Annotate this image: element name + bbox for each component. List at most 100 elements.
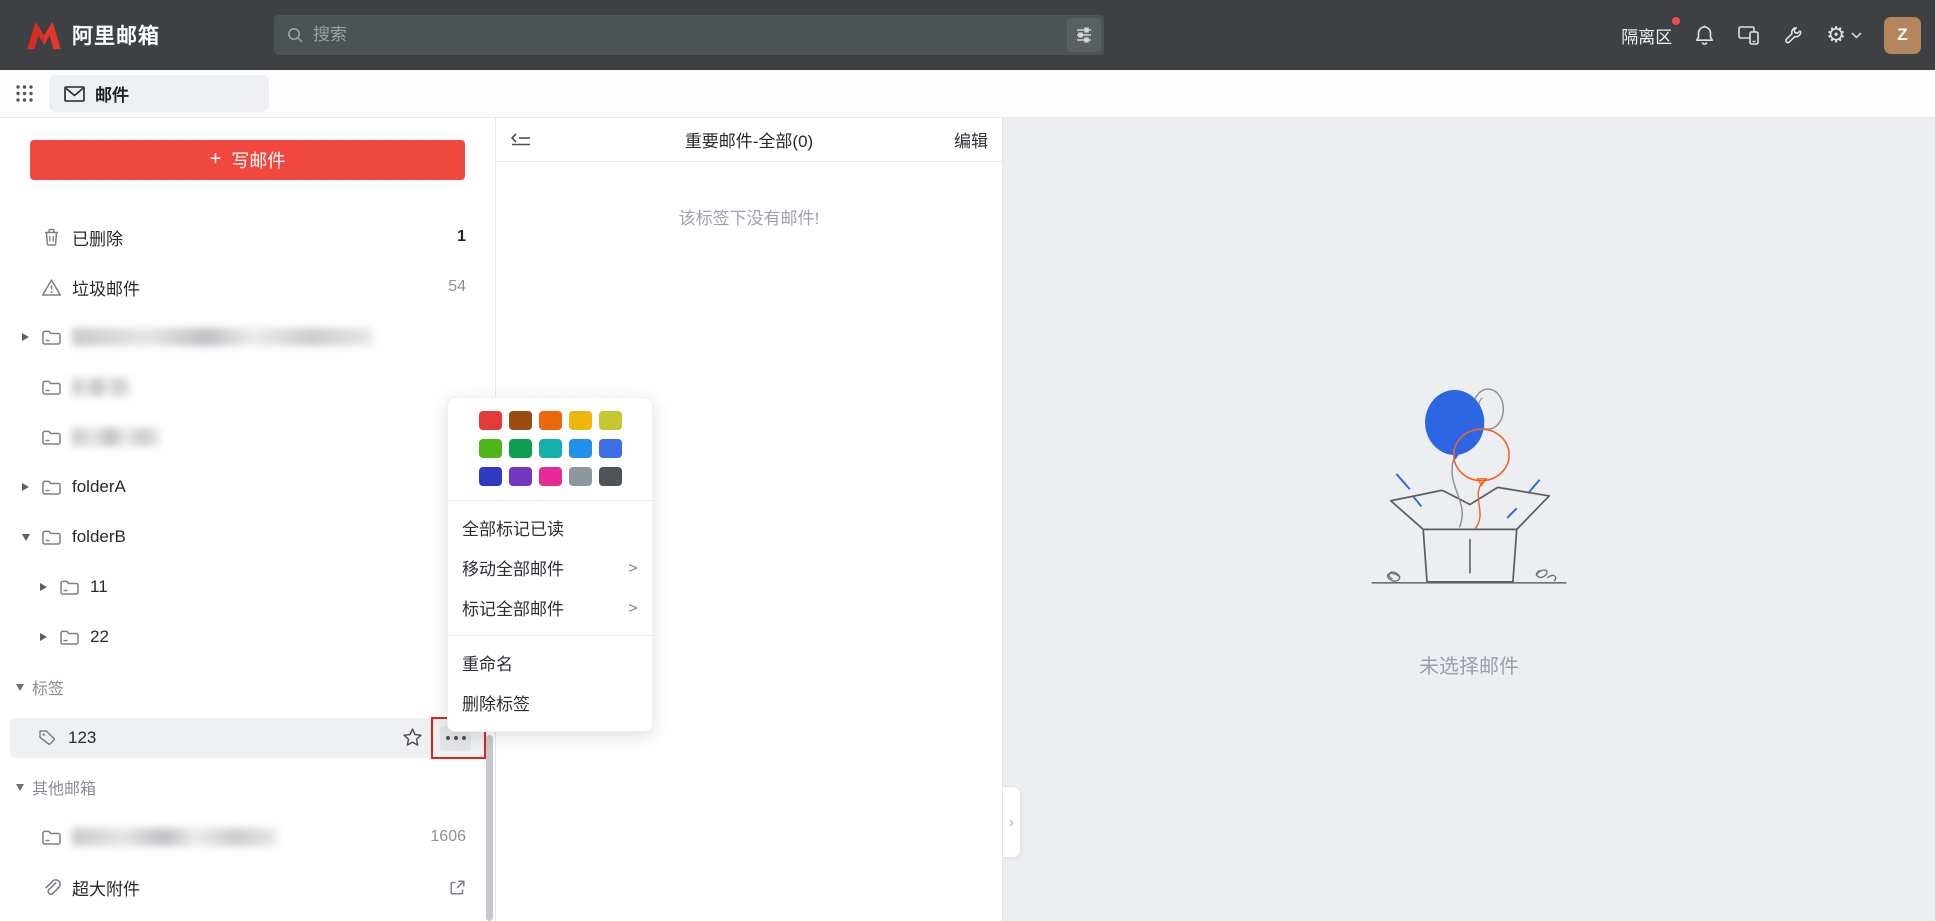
expand-caret-icon[interactable]	[40, 583, 47, 591]
folder-label: 已删除	[72, 225, 123, 250]
menu-item-delete-tag[interactable]: 删除标签	[448, 682, 652, 722]
menu-item-mark-all-read[interactable]: 全部标记已读	[448, 507, 652, 547]
quarantine-label: 隔离区	[1621, 28, 1672, 47]
menu-divider	[448, 635, 652, 636]
submenu-arrow-icon: >	[628, 558, 638, 577]
section-header-other-mail[interactable]: 其他邮箱	[0, 762, 496, 812]
folder-label: 11	[90, 577, 108, 597]
color-swatch[interactable]	[479, 411, 502, 430]
redacted-folder-name	[72, 328, 372, 346]
collapse-caret-icon[interactable]	[22, 534, 30, 541]
color-swatch[interactable]	[509, 439, 532, 458]
sidebar-item-large-attachment[interactable]: 超大附件	[0, 862, 496, 912]
list-title: 重要邮件-全部(0)	[496, 127, 1002, 152]
message-list-header: 重要邮件-全部(0) 编辑	[496, 118, 1002, 162]
devices-icon	[1737, 24, 1761, 46]
compose-label: 写邮件	[231, 147, 285, 173]
sidebar-item-tag-123[interactable]: 123	[10, 718, 486, 758]
color-swatch[interactable]	[509, 467, 532, 486]
color-swatch[interactable]	[539, 467, 562, 486]
color-swatch[interactable]	[599, 439, 622, 458]
submenu-arrow-icon: >	[628, 598, 638, 617]
section-title: 其他邮箱	[32, 775, 96, 799]
collapse-caret-icon	[16, 784, 24, 791]
balloons-box-illustration	[1364, 383, 1574, 628]
sidebar-item-redacted-1[interactable]	[0, 312, 496, 362]
mail-count: 1606	[430, 828, 466, 846]
list-empty-text: 该标签下没有邮件!	[496, 162, 1002, 229]
expand-pane-handle[interactable]: ›	[1003, 786, 1021, 858]
topbar-actions: 隔离区 ⚙ Z	[1621, 0, 1921, 70]
sidebar-item-11[interactable]: 11	[0, 562, 496, 612]
menu-item-flag-all-mail[interactable]: 标记全部邮件 >	[448, 587, 652, 627]
search-input[interactable]	[313, 25, 1104, 45]
notification-dot-icon	[1672, 17, 1680, 25]
app-launcher-button[interactable]	[15, 84, 34, 103]
folder-icon	[58, 579, 80, 596]
mail-sidebar: + 写邮件 已删除 1	[0, 118, 496, 921]
edit-button[interactable]: 编辑	[954, 127, 988, 152]
folder-icon	[58, 629, 80, 646]
item-label: 超大附件	[72, 875, 140, 900]
color-swatch[interactable]	[479, 467, 502, 486]
compose-button[interactable]: + 写邮件	[30, 140, 465, 180]
expand-caret-icon[interactable]	[22, 333, 29, 341]
color-swatch[interactable]	[509, 411, 532, 430]
folder-label: folderB	[72, 527, 126, 547]
sidebar-scrollbar[interactable]	[486, 735, 493, 921]
color-swatch[interactable]	[569, 467, 592, 486]
collapse-caret-icon	[16, 684, 24, 691]
chevron-down-icon	[1851, 32, 1862, 39]
sidebar-item-redacted-3[interactable]	[0, 412, 496, 462]
no-mail-selected-state: 未选择邮件	[1364, 383, 1574, 679]
color-swatch[interactable]	[569, 439, 592, 458]
sidebar-item-deleted[interactable]: 已删除 1	[0, 212, 496, 262]
color-swatch[interactable]	[479, 439, 502, 458]
gear-icon: ⚙	[1826, 24, 1846, 46]
unread-count: 1	[457, 228, 466, 246]
alimail-logo-icon	[25, 20, 63, 50]
envelope-icon	[64, 86, 85, 102]
color-swatch[interactable]	[599, 467, 622, 486]
sidebar-item-redacted-2[interactable]	[0, 362, 496, 412]
paperclip-icon	[40, 877, 62, 898]
tab-mail[interactable]: 邮件	[49, 75, 269, 112]
external-link-icon[interactable]	[449, 879, 466, 896]
app-tab-row: 邮件	[0, 70, 1935, 118]
folder-label: 垃圾邮件	[72, 275, 140, 300]
sidebar-item-22[interactable]: 22	[0, 612, 496, 662]
expand-caret-icon[interactable]	[22, 483, 29, 491]
section-title: 标签	[32, 675, 64, 699]
folder-label: 22	[90, 627, 109, 647]
wrench-icon	[1783, 25, 1804, 46]
section-header-tags[interactable]: 标签	[0, 662, 496, 712]
quarantine-link[interactable]: 隔离区	[1621, 23, 1672, 48]
menu-item-move-all-mail[interactable]: 移动全部邮件 >	[448, 547, 652, 587]
star-icon[interactable]	[401, 726, 424, 749]
brand: 阿里邮箱	[25, 20, 160, 50]
tools-button[interactable]	[1783, 25, 1804, 46]
avatar[interactable]: Z	[1884, 17, 1921, 54]
folder-icon	[40, 529, 62, 546]
brand-name: 阿里邮箱	[72, 20, 160, 50]
color-swatch[interactable]	[599, 411, 622, 430]
search-bar[interactable]	[274, 15, 1104, 55]
sidebar-item-folderA[interactable]: folderA	[0, 462, 496, 512]
color-swatch[interactable]	[539, 411, 562, 430]
sidebar-item-folderB[interactable]: folderB	[0, 512, 496, 562]
sidebar-item-redacted-4[interactable]: 1606	[0, 812, 496, 862]
color-swatch[interactable]	[539, 439, 562, 458]
search-icon	[286, 26, 304, 44]
bell-button[interactable]	[1694, 24, 1715, 46]
folder-icon	[40, 429, 62, 446]
sidebar-item-junk[interactable]: 垃圾邮件 54	[0, 262, 496, 312]
settings-button[interactable]: ⚙	[1826, 24, 1862, 46]
tag-context-menu: 全部标记已读 移动全部邮件 > 标记全部邮件 > 重命名 删除标签	[447, 397, 653, 732]
menu-item-rename[interactable]: 重命名	[448, 642, 652, 682]
expand-caret-icon[interactable]	[40, 633, 47, 641]
redacted-folder-name	[72, 378, 130, 396]
search-filter-button[interactable]	[1067, 18, 1101, 52]
mail-count: 54	[448, 278, 466, 296]
client-apps-button[interactable]	[1737, 24, 1761, 46]
color-swatch[interactable]	[569, 411, 592, 430]
